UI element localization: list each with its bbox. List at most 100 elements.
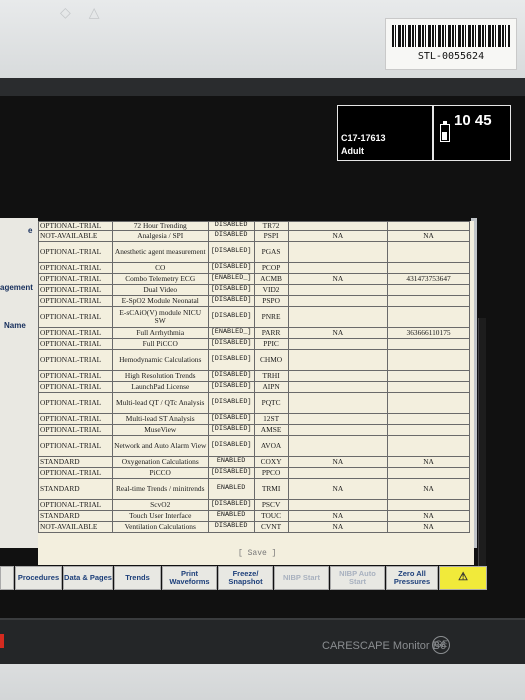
license-status: OPTIONAL-TRIAL bbox=[38, 294, 113, 307]
license-value-2 bbox=[387, 261, 470, 274]
bottom-button[interactable]: Trends bbox=[114, 566, 161, 590]
license-value-2: 363666110175 bbox=[387, 326, 470, 339]
license-enabled: [DISABLED] bbox=[207, 261, 255, 274]
patient-info-box[interactable]: C17-17613 Adult bbox=[337, 105, 433, 161]
license-option: Real-time Trends / minitrends bbox=[111, 477, 209, 500]
bottom-button[interactable]: Freeze/ Snapshot bbox=[218, 566, 273, 590]
bottom-button[interactable]: NIBP Auto Start bbox=[330, 566, 385, 590]
table-row[interactable]: OPTIONAL-TRIAL E-SpO2 Module Neonatal [DIS… bbox=[38, 294, 470, 307]
license-enabled: [DISABLED] bbox=[207, 305, 255, 328]
table-row[interactable]: NOT-AVAILABLE Ventilation Calculations DIS… bbox=[38, 520, 470, 533]
license-value-1 bbox=[287, 423, 389, 436]
license-option: Multi-lead ST Analysis bbox=[111, 412, 209, 425]
license-enabled: [DISABLED] bbox=[207, 498, 255, 511]
license-value-1: NA bbox=[287, 520, 389, 533]
side-menu-item[interactable]: e bbox=[28, 226, 32, 235]
license-enabled: [DISABLED] bbox=[207, 294, 255, 307]
license-table: OPTIONAL-TRIAL 72 Hour Trending DISABLED TR… bbox=[38, 221, 470, 533]
license-status: OPTIONAL-TRIAL bbox=[38, 380, 113, 393]
table-row[interactable]: OPTIONAL-TRIAL Network and Auto Alarm Vie… bbox=[38, 434, 470, 457]
asset-tag-text: STL-0055624 bbox=[417, 51, 485, 62]
license-value-1 bbox=[287, 294, 389, 307]
license-value-2 bbox=[387, 283, 470, 296]
table-row[interactable]: OPTIONAL-TRIAL High Resolution Trends [DIS… bbox=[38, 369, 470, 382]
monitor-screen: C17-17613 Adult 10 45 e agement Name OPT… bbox=[0, 78, 525, 618]
license-enabled: [DISABLED] bbox=[207, 434, 255, 457]
table-row[interactable]: OPTIONAL-TRIAL Dual Video [DISABLED] VID2 bbox=[38, 283, 470, 296]
license-value-1 bbox=[287, 369, 389, 382]
bottom-button[interactable]: Procedures bbox=[15, 566, 62, 590]
license-status: OPTIONAL-TRIAL bbox=[38, 261, 113, 274]
monitor-top-bezel: ◇△ STL-0055624 bbox=[0, 0, 525, 78]
license-option: 72 Hour Trending bbox=[111, 221, 209, 231]
license-code: PPCO bbox=[253, 466, 289, 479]
license-value-1 bbox=[287, 240, 389, 263]
license-code: 12ST bbox=[253, 412, 289, 425]
table-row[interactable]: STANDARD Touch User Interface ENABLED TOUC N… bbox=[38, 509, 470, 522]
alarm-silence-button[interactable]: ⚠ bbox=[439, 566, 487, 590]
license-enabled: [DISABLED] bbox=[207, 337, 255, 350]
license-code: PSPI bbox=[253, 229, 289, 242]
license-value-1 bbox=[287, 221, 389, 231]
table-row[interactable]: OPTIONAL-TRIAL CO [DISABLED] PCOP bbox=[38, 261, 470, 274]
side-menu-item[interactable]: agement bbox=[0, 283, 33, 292]
license-code: CVNT bbox=[253, 520, 289, 533]
license-enabled: [DISABLED] bbox=[207, 348, 255, 371]
license-status: STANDARD bbox=[38, 477, 113, 500]
license-code: TOUC bbox=[253, 509, 289, 522]
license-code: PARR bbox=[253, 326, 289, 339]
license-code: PSPO bbox=[253, 294, 289, 307]
license-value-2 bbox=[387, 498, 470, 511]
bottom-button[interactable]: Zero All Pressures bbox=[386, 566, 438, 590]
table-row[interactable]: OPTIONAL-TRIAL E-sCAiO(V) module NICU SW[… bbox=[38, 305, 470, 328]
license-option: ScvO2 bbox=[111, 498, 209, 511]
bottom-button[interactable] bbox=[0, 566, 14, 590]
license-code: PSCV bbox=[253, 498, 289, 511]
license-value-2 bbox=[387, 305, 470, 328]
license-status: OPTIONAL-TRIAL bbox=[38, 337, 113, 350]
table-row[interactable]: STANDARD Real-time Trends / minitrends ENA… bbox=[38, 477, 470, 500]
barcode bbox=[392, 25, 510, 47]
license-value-1 bbox=[287, 348, 389, 371]
bottom-button[interactable]: Print Waveforms bbox=[162, 566, 217, 590]
license-option: Touch User Interface bbox=[111, 509, 209, 522]
license-enabled: ENABLED bbox=[207, 455, 255, 468]
license-value-2 bbox=[387, 423, 470, 436]
table-row[interactable]: OPTIONAL-TRIAL ScvO2 [DISABLED] PSCV bbox=[38, 498, 470, 511]
table-row[interactable]: OPTIONAL-TRIAL Full Arrhythmia [ENABLED_] P… bbox=[38, 326, 470, 339]
license-enabled: [DISABLED] bbox=[207, 240, 255, 263]
table-row[interactable]: OPTIONAL-TRIAL LaunchPad License [DISABLED… bbox=[38, 380, 470, 393]
license-value-2: NA bbox=[387, 229, 470, 242]
patient-category: Adult bbox=[341, 146, 364, 156]
license-value-2 bbox=[387, 434, 470, 457]
license-code: TRHI bbox=[253, 369, 289, 382]
scrollbar[interactable] bbox=[478, 318, 486, 568]
table-row[interactable]: OPTIONAL-TRIAL Hemodynamic Calculations [D… bbox=[38, 348, 470, 371]
table-row[interactable]: OPTIONAL-TRIAL Full PiCCO [DISABLED] PPIC bbox=[38, 337, 470, 350]
table-row[interactable]: OPTIONAL-TRIAL Anesthetic agent measureme… bbox=[38, 240, 470, 263]
license-value-2: 431473753647 bbox=[387, 272, 470, 285]
table-row[interactable]: OPTIONAL-TRIAL 72 Hour Trending DISABLED TR… bbox=[38, 221, 470, 231]
license-enabled: [ENABLED_] bbox=[207, 272, 255, 285]
license-value-2 bbox=[387, 294, 470, 307]
save-button[interactable]: [ Save ] bbox=[238, 549, 276, 558]
license-status: OPTIONAL-TRIAL bbox=[38, 391, 113, 414]
table-row[interactable]: OPTIONAL-TRIAL Combo Telemetry ECG [ENABLE… bbox=[38, 272, 470, 285]
table-row[interactable]: OPTIONAL-TRIAL MuseView [DISABLED] AMSE bbox=[38, 423, 470, 436]
table-row[interactable]: OPTIONAL-TRIAL Multi-lead QT / QTc Analys… bbox=[38, 391, 470, 414]
bottom-button[interactable]: NIBP Start bbox=[274, 566, 329, 590]
status-clock-box[interactable]: 10 45 bbox=[433, 105, 511, 161]
license-enabled: ENABLED bbox=[207, 477, 255, 500]
clock: 10 45 bbox=[454, 112, 492, 129]
table-row[interactable]: NOT-AVAILABLE Analgesia / SPI DISABLED PSPI… bbox=[38, 229, 470, 242]
side-menu-item[interactable]: Name bbox=[4, 321, 26, 330]
license-option: CO bbox=[111, 261, 209, 274]
bezel-strip: CARESCAPE Monitor B6 GE bbox=[0, 618, 525, 664]
license-code: COXY bbox=[253, 455, 289, 468]
license-value-2: NA bbox=[387, 509, 470, 522]
bottom-button[interactable]: Data & Pages bbox=[63, 566, 113, 590]
table-row[interactable]: STANDARD Oxygenation Calculations ENABLED C… bbox=[38, 455, 470, 468]
table-row[interactable]: OPTIONAL-TRIAL PiCCO [DISABLED] PPCO bbox=[38, 466, 470, 479]
license-value-2 bbox=[387, 369, 470, 382]
table-row[interactable]: OPTIONAL-TRIAL Multi-lead ST Analysis [DIS… bbox=[38, 412, 470, 425]
